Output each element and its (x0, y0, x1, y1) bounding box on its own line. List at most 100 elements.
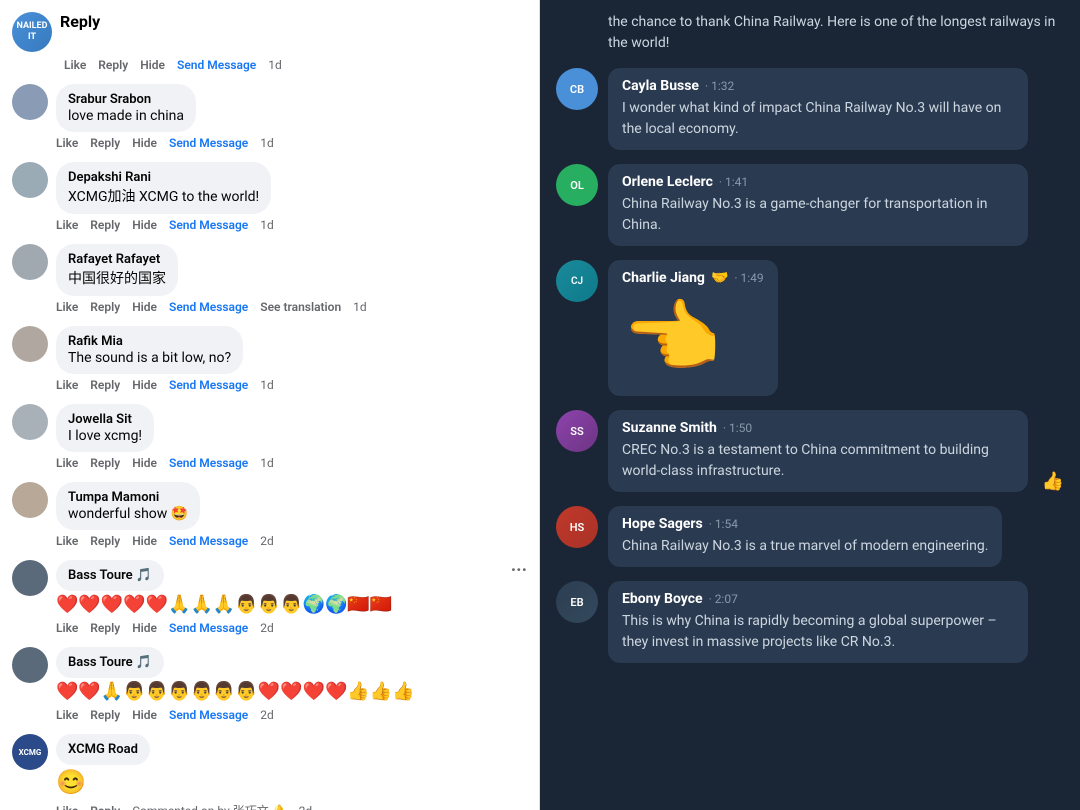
message-ebony: EB Ebony Boyce · 2:07 This is why China … (556, 581, 1064, 663)
bubble-bass2: Bass Toure 🎵 (56, 647, 164, 678)
avatar-suzanne: SS (556, 410, 598, 452)
comment-srabur: Srabur Srabon love made in china (0, 78, 539, 134)
actions-jowella: Like Reply Hide Send Message 1d (44, 454, 539, 476)
bubble-hope: Hope Sagers · 1:54 China Railway No.3 is… (608, 506, 1002, 567)
text-tumpa: wonderful show 🤩 (68, 506, 188, 522)
time-hope: · 1:54 (709, 517, 738, 531)
bubble-cayla: Cayla Busse · 1:32 I wonder what kind of… (608, 68, 1028, 150)
reply-label: Reply (60, 12, 100, 31)
comment-tumpa: Tumpa Mamoni wonderful show 🤩 (0, 476, 539, 532)
avatar-ebony: EB (556, 581, 598, 623)
more-options-icon[interactable]: ··· (511, 560, 527, 581)
text-depakshi: XCMG加油 XCMG to the world! (68, 186, 259, 206)
avatar-charlie: CJ (556, 260, 598, 302)
name-srabur: Srabur Srabon (68, 92, 184, 107)
nailed-it-avatar: NAILED IT (12, 12, 52, 52)
time-ebony: · 2:07 (709, 592, 738, 606)
actions-depakshi: Like Reply Hide Send Message 1d (44, 216, 539, 238)
avatar-xcmg: XCMG (12, 734, 48, 770)
comment-rafik: Rafik Mia The sound is a bit low, no? (0, 320, 539, 376)
text-bass2: ❤️❤️🙏👨👨👨👨👨👨❤️❤️❤️❤️👍👍👍 (56, 679, 527, 704)
text-xcmg: 😊 (56, 766, 527, 798)
bubble-jowella: Jowella Sit I love xcmg! (56, 404, 154, 452)
comment-depakshi: Depakshi Rani XCMG加油 XCMG to the world! (0, 156, 539, 216)
avatar-bass2 (12, 647, 48, 683)
action-send-message[interactable]: Send Message (177, 58, 256, 72)
text-srabur: love made in china (68, 108, 184, 124)
text-rafayet: 中国很好的国家 (68, 268, 166, 288)
avatar-orlene: OL (556, 164, 598, 206)
avatar-tumpa (12, 482, 48, 518)
message-orlene: OL Orlene Leclerc · 1:41 China Railway N… (556, 164, 1064, 246)
text-jowella: I love xcmg! (68, 428, 142, 444)
name-bass2: Bass Toure 🎵 (68, 655, 152, 670)
message-hope: HS Hope Sagers · 1:54 China Railway No.3… (556, 506, 1064, 567)
text-bass1: ❤️❤️❤️❤️❤️🙏🙏🙏👨👨👨🌍🌍🇨🇳🇨🇳 (56, 592, 503, 617)
name-orlene: Orlene Leclerc (622, 174, 713, 190)
time-charlie: · 1:49 (734, 271, 763, 285)
name-rafayet: Rafayet Rafayet (68, 252, 166, 267)
time-suzanne: · 1:50 (723, 421, 752, 435)
time: 1d (268, 58, 282, 72)
like-icon-suzanne: 👍 (1042, 471, 1064, 492)
actions-bass2: Like Reply Hide Send Message 2d (44, 706, 539, 728)
comment-bass2: Bass Toure 🎵 ❤️❤️🙏👨👨👨👨👨👨❤️❤️❤️❤️👍👍👍 (0, 641, 539, 706)
name-ebony: Ebony Boyce (622, 591, 703, 607)
actions-rafayet: Like Reply Hide Send Message See transla… (44, 298, 539, 320)
reply-header: NAILED IT Reply (0, 8, 539, 56)
message-cayla: CB Cayla Busse · 1:32 I wonder what kind… (556, 68, 1064, 150)
name-suzanne: Suzanne Smith (622, 420, 717, 436)
actions-rafik: Like Reply Hide Send Message 1d (44, 376, 539, 398)
name-xcmg: XCMG Road (68, 742, 138, 757)
left-comment-panel: NAILED IT Reply Like Reply Hide Send Mes… (0, 0, 540, 810)
bubble-xcmg: XCMG Road (56, 734, 150, 765)
name-bass1: Bass Toure 🎵 (68, 568, 152, 583)
time-orlene: · 1:41 (719, 175, 748, 189)
name-rafik: Rafik Mia (68, 334, 231, 349)
actions-tumpa: Like Reply Hide Send Message 2d (44, 532, 539, 554)
avatar-rafik (12, 326, 48, 362)
avatar-cayla: CB (556, 68, 598, 110)
comment-jowella: Jowella Sit I love xcmg! (0, 398, 539, 454)
avatar-depakshi (12, 162, 48, 198)
text-orlene: China Railway No.3 is a game-changer for… (622, 194, 1014, 236)
actions-bass1: Like Reply Hide Send Message 2d (44, 619, 539, 641)
bubble-orlene: Orlene Leclerc · 1:41 China Railway No.3… (608, 164, 1028, 246)
badge-charlie: 🤝 (711, 270, 728, 286)
name-charlie: Charlie Jiang (622, 270, 705, 286)
comment-rafayet: Rafayet Rafayet 中国很好的国家 (0, 238, 539, 298)
message-charlie: CJ Charlie Jiang 🤝 · 1:49 👈 (556, 260, 1064, 396)
comment-bass1: Bass Toure 🎵 ❤️❤️❤️❤️❤️🙏🙏🙏👨👨👨🌍🌍🇨🇳🇨🇳 ··· (0, 554, 539, 619)
bubble-tumpa: Tumpa Mamoni wonderful show 🤩 (56, 482, 200, 530)
avatar-srabur (12, 84, 48, 120)
bubble-rafik: Rafik Mia The sound is a bit low, no? (56, 326, 243, 374)
actions-srabur: Like Reply Hide Send Message 1d (44, 134, 539, 156)
bubble-bass1: Bass Toure 🎵 (56, 560, 164, 591)
emoji-charlie: 👈 (622, 290, 764, 386)
action-hide[interactable]: Hide (140, 58, 165, 72)
right-chat-panel: the chance to thank China Railway. Here … (540, 0, 1080, 810)
message-suzanne: SS Suzanne Smith · 1:50 CREC No.3 is a t… (556, 410, 1064, 492)
bubble-depakshi: Depakshi Rani XCMG加油 XCMG to the world! (56, 162, 271, 214)
avatar-jowella (12, 404, 48, 440)
actions-xcmg: Like Reply Commented on by 张巧文 🔔 2d (44, 800, 539, 810)
action-reply[interactable]: Reply (98, 58, 128, 72)
text-hope: China Railway No.3 is a true marvel of m… (622, 536, 988, 557)
action-like[interactable]: Like (64, 58, 86, 72)
intro-text-container: the chance to thank China Railway. Here … (556, 12, 1064, 54)
avatar-bass1 (12, 560, 48, 596)
bubble-ebony: Ebony Boyce · 2:07 This is why China is … (608, 581, 1028, 663)
bubble-srabur: Srabur Srabon love made in china (56, 84, 196, 132)
text-suzanne: CREC No.3 is a testament to China commit… (622, 440, 1014, 482)
name-tumpa: Tumpa Mamoni (68, 490, 188, 505)
name-hope: Hope Sagers (622, 516, 703, 532)
bubble-rafayet: Rafayet Rafayet 中国很好的国家 (56, 244, 178, 296)
intro-text: the chance to thank China Railway. Here … (608, 12, 1064, 54)
name-cayla: Cayla Busse (622, 78, 699, 94)
text-cayla: I wonder what kind of impact China Railw… (622, 98, 1014, 140)
time-cayla: · 1:32 (705, 79, 734, 93)
comment-xcmg: XCMG XCMG Road 😊 (0, 728, 539, 800)
text-rafik: The sound is a bit low, no? (68, 350, 231, 366)
comment-actions-nailed: Like Reply Hide Send Message 1d (52, 56, 539, 78)
avatar-hope: HS (556, 506, 598, 548)
